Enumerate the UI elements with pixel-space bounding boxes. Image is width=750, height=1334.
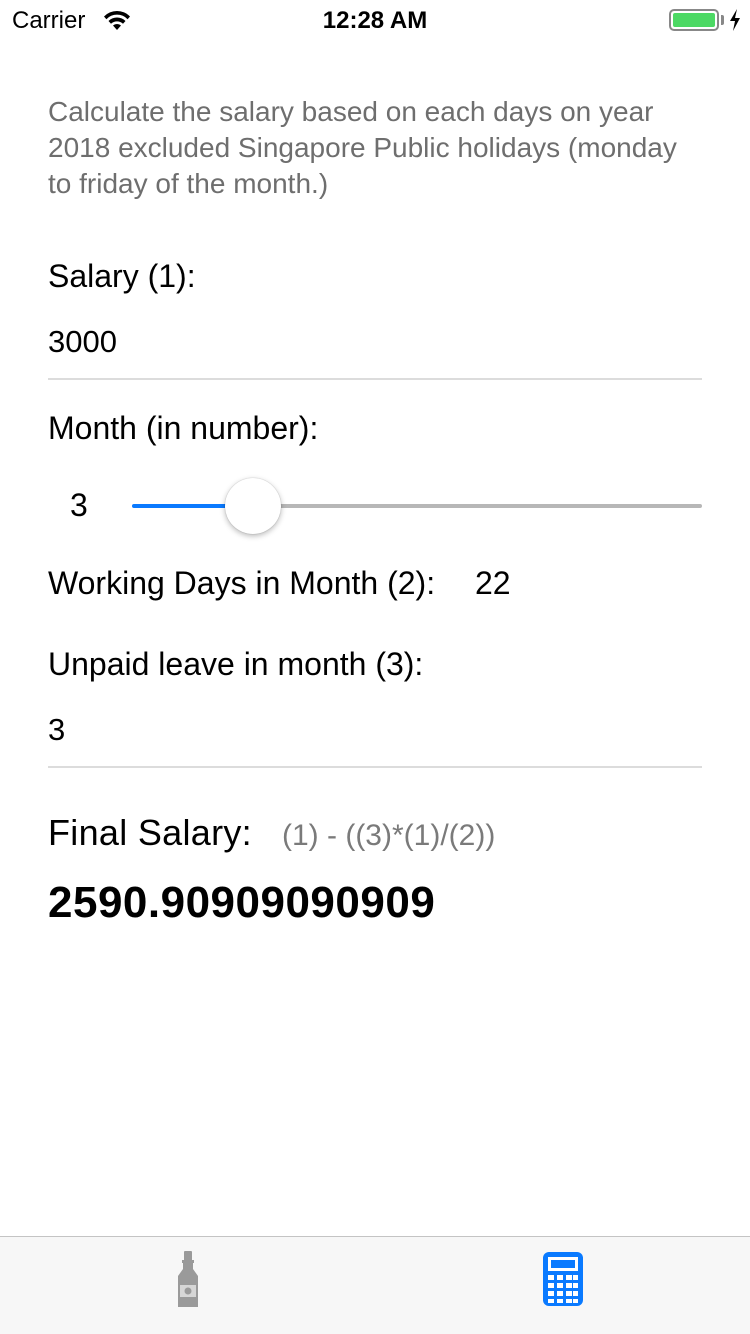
description-text: Calculate the salary based on each days … (48, 96, 677, 199)
calculator-icon (543, 1252, 583, 1306)
month-label: Month (in number): (48, 410, 319, 446)
month-slider[interactable] (132, 478, 702, 534)
salary-label: Salary (1): (48, 258, 196, 294)
status-bar: Carrier 12:28 AM (0, 0, 750, 40)
charging-bolt-icon (730, 9, 740, 31)
bottle-icon (178, 1251, 198, 1307)
tab-calculator[interactable] (533, 1249, 593, 1309)
final-salary-formula: (1) - ((3)*(1)/(2)) (282, 819, 496, 852)
salary-field[interactable]: 3000 (48, 316, 702, 380)
status-time: 12:28 AM (322, 7, 428, 34)
final-salary-value: 2590.90909090909 (48, 878, 436, 927)
working-days-label: Working Days in Month (2): (48, 565, 436, 601)
unpaid-leave-label: Unpaid leave in month (3): (48, 646, 424, 682)
final-salary-label: Final Salary: (48, 812, 252, 853)
slider-track-max (253, 504, 702, 508)
unpaid-leave-field[interactable]: 3 (48, 704, 702, 768)
tab-bar (0, 1236, 750, 1334)
tab-bottle[interactable] (158, 1249, 218, 1309)
salary-value: 3000 (48, 324, 117, 359)
slider-thumb[interactable] (225, 478, 282, 534)
battery-icon (669, 9, 719, 31)
working-days-value: 22 (475, 565, 511, 601)
month-value: 3 (70, 487, 88, 523)
battery-tip (721, 15, 724, 25)
unpaid-leave-value: 3 (48, 712, 66, 747)
